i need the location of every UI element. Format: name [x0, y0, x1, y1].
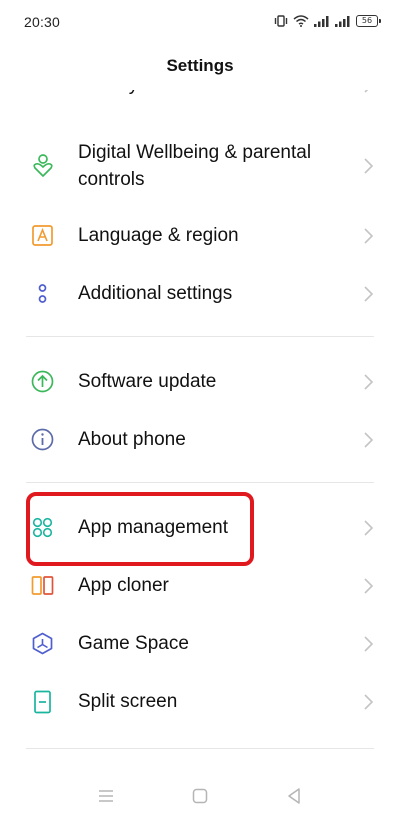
settings-item-language[interactable]: Language & region [0, 214, 400, 258]
settings-item-game-space[interactable]: Game Space [0, 622, 400, 666]
battery-icon: 56 [356, 15, 381, 27]
signal-icon [314, 15, 330, 27]
settings-item-label-line2: controls [78, 169, 145, 190]
settings-item-battery[interactable]: Battery [0, 90, 400, 108]
settings-item-software-update[interactable]: Software update [0, 360, 400, 404]
back-icon[interactable] [284, 786, 304, 806]
settings-item-app-cloner[interactable]: App cloner [0, 564, 400, 608]
chevron-right-icon [364, 694, 374, 710]
battery-icon [30, 90, 56, 98]
signal-icon [335, 15, 351, 27]
settings-item-about-phone[interactable]: About phone [0, 418, 400, 462]
settings-item-label: Game Space [78, 633, 189, 654]
status-icons: 56 [274, 15, 381, 27]
chevron-right-icon [364, 158, 374, 174]
settings-item-split-screen[interactable]: Split screen [0, 680, 400, 724]
chevron-right-icon [364, 286, 374, 302]
settings-item-label: Language & region [78, 225, 239, 246]
language-icon [30, 223, 56, 249]
settings-item-label-line1: Digital Wellbeing & parental [78, 142, 312, 163]
settings-item-label: Additional settings [78, 283, 233, 304]
page-title: Settings [166, 56, 234, 75]
settings-item-label: Software update [78, 371, 217, 392]
settings-item-label: About phone [78, 429, 186, 450]
vibrate-icon [274, 15, 288, 27]
settings-item-label: Split screen [78, 691, 178, 712]
menu-icon[interactable] [96, 786, 116, 806]
wifi-icon [293, 15, 309, 27]
section-divider [26, 336, 374, 337]
settings-item-label: App cloner [78, 575, 169, 596]
status-bar: 20:30 56 [0, 0, 400, 44]
app-cloner-icon [30, 573, 56, 599]
app-management-icon [30, 515, 56, 541]
additional-settings-icon [30, 281, 56, 307]
section-divider [26, 482, 374, 483]
chevron-right-icon [364, 578, 374, 594]
split-screen-icon [30, 689, 56, 715]
update-icon [30, 369, 56, 395]
status-time: 20:30 [24, 14, 61, 30]
settings-list: Battery Digital Wellbeing & parental con… [0, 90, 400, 758]
chevron-right-icon [364, 520, 374, 536]
settings-item-label: Battery [78, 90, 138, 98]
chevron-right-icon [364, 636, 374, 652]
chevron-right-icon [364, 90, 369, 93]
wellbeing-icon [30, 152, 56, 178]
chevron-right-icon [364, 432, 374, 448]
settings-item-app-management[interactable]: App management [0, 506, 400, 550]
navigation-bar [0, 770, 400, 820]
home-icon[interactable] [190, 786, 210, 806]
section-divider [26, 748, 374, 749]
settings-item-digital-wellbeing[interactable]: Digital Wellbeing & parental controls [0, 132, 400, 202]
game-space-icon [30, 631, 56, 657]
chevron-right-icon [364, 374, 374, 390]
settings-item-label: App management [78, 517, 228, 538]
info-icon [30, 427, 56, 453]
settings-item-additional[interactable]: Additional settings [0, 272, 400, 316]
chevron-right-icon [364, 228, 374, 244]
